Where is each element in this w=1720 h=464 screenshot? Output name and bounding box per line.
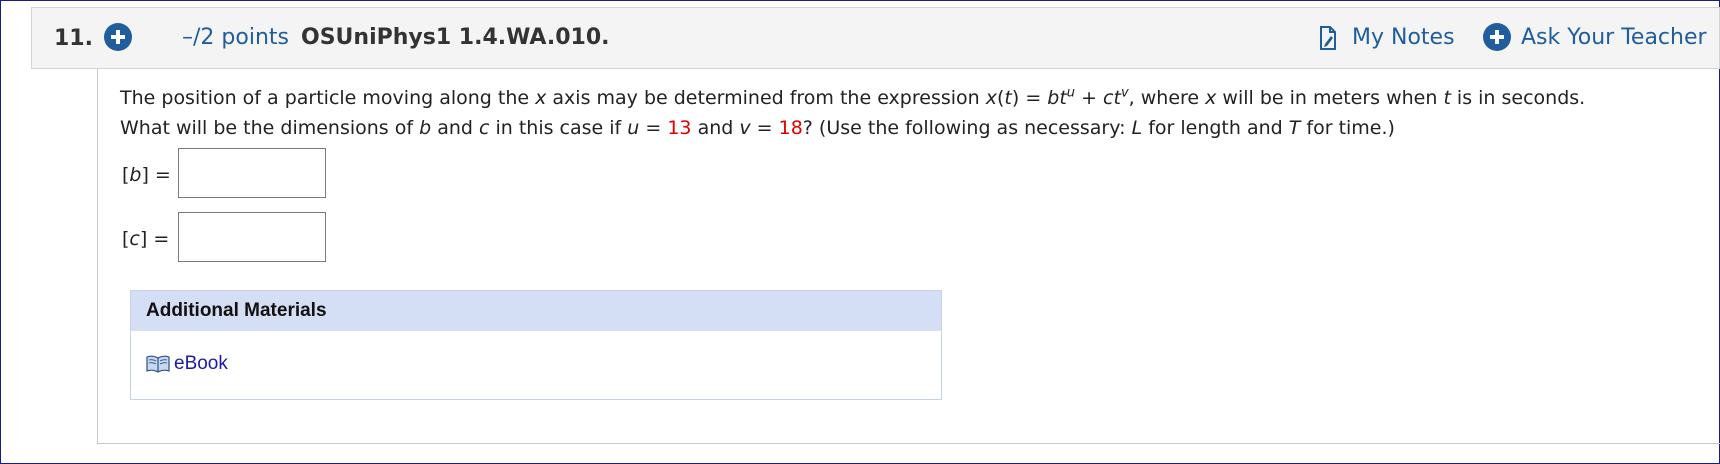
answer-label-b: [b] = — [122, 164, 171, 186]
question-header: 11. –/2 points OSUniPhys1 1.4.WA.010. My… — [31, 7, 1720, 69]
my-notes-link[interactable]: My Notes — [1352, 25, 1455, 50]
answer-label-c: [c] = — [122, 228, 170, 250]
question-number: 11. — [54, 26, 93, 51]
u-value: 13 — [667, 117, 692, 139]
question-content: The position of a particle moving along … — [97, 69, 1720, 444]
additional-materials-header: Additional Materials — [131, 291, 941, 331]
question-text: The position of a particle moving along … — [120, 85, 1586, 139]
plus-circle-icon[interactable] — [1483, 23, 1511, 51]
answer-input-b[interactable] — [178, 148, 326, 198]
notes-icon[interactable] — [1319, 25, 1337, 51]
plus-circle-icon[interactable] — [104, 23, 132, 51]
ebook-link[interactable]: eBook — [146, 353, 228, 375]
ask-your-teacher-link[interactable]: Ask Your Teacher — [1521, 25, 1707, 50]
v-value: 18 — [778, 117, 803, 139]
question-title: OSUniPhys1 1.4.WA.010. — [301, 25, 610, 50]
book-icon — [146, 355, 170, 373]
ebook-label[interactable]: eBook — [174, 353, 228, 375]
answer-input-c[interactable] — [178, 212, 326, 262]
additional-materials-panel: Additional Materials eBook — [130, 290, 942, 400]
points-label[interactable]: –/2 points — [182, 25, 289, 50]
